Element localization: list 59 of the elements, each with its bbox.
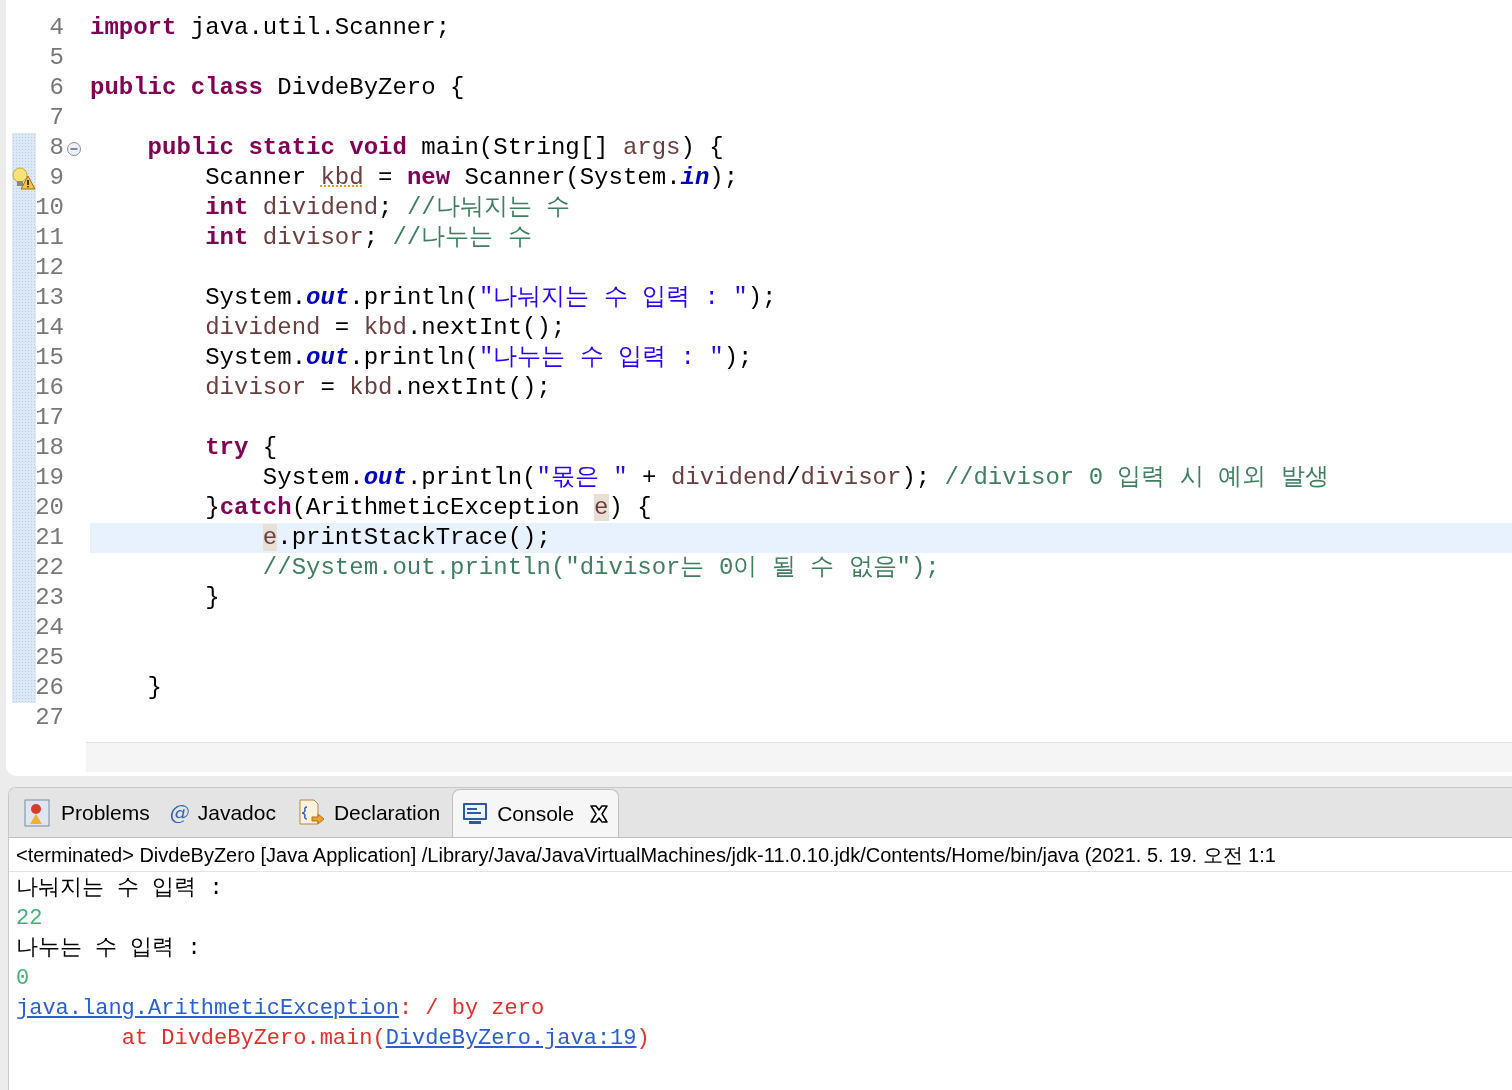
- console-text: 0: [16, 964, 30, 993]
- console-text: 나눠지는 수 입력 :: [16, 874, 224, 903]
- line-number: 11: [35, 223, 64, 253]
- code-line: System.out.println("나누는 수 입력 : ");: [204, 344, 753, 371]
- line-number: 10: [35, 193, 64, 223]
- line-number: 7: [49, 103, 64, 133]
- code-line: e.printStackTrace();: [261, 524, 551, 551]
- code-line: Scanner kbd = new Scanner(System.in);: [204, 164, 739, 191]
- code-line: }: [146, 674, 162, 701]
- code-line: int divisor; //나누는 수: [204, 224, 532, 251]
- close-icon[interactable]: [588, 802, 611, 825]
- line-number: 12: [35, 253, 64, 283]
- line-number: 15: [35, 343, 64, 373]
- code-line: public class DivdeByZero {: [90, 74, 465, 101]
- console-text: : / by zero: [398, 994, 545, 1023]
- code-line: System.out.println("몫은 " + dividend/divisor); //divisor 0 입력 시 예외 발생: [261, 464, 1329, 491]
- console-text: 22: [16, 904, 43, 933]
- code-line: }: [204, 584, 220, 611]
- line-number: 16: [35, 373, 64, 403]
- line-number: 22: [35, 553, 64, 583]
- code-line: System.out.println("나눠지는 수 입력 : ");: [204, 284, 777, 311]
- line-number: 14: [35, 313, 64, 343]
- view-tab[interactable]: Declaration: [287, 789, 449, 837]
- console-text: ): [636, 1024, 650, 1053]
- line-number: 24: [35, 613, 64, 643]
- console-header: <terminated> DivdeByZero [Java Application] /Library/Java/JavaVirtualMachines/jdk-11.0.10.jdk/Contents/Home/bin/java (2021. 5. 19. 오전 1:1: [16, 842, 1276, 868]
- line-number: 9: [49, 163, 64, 193]
- at-sign-icon: @: [169, 798, 190, 828]
- line-number: 20: [35, 493, 64, 523]
- view-tab[interactable]: Problems: [15, 789, 158, 837]
- line-number: 26: [35, 673, 64, 703]
- code-editor[interactable]: [6, 0, 1512, 776]
- line-number: 18: [35, 433, 64, 463]
- problems-icon: [23, 798, 53, 828]
- console-text: 나누는 수 입력 :: [16, 934, 202, 963]
- line-number: 23: [35, 583, 64, 613]
- line-number: 13: [35, 283, 64, 313]
- code-line: }catch(ArithmeticException e) {: [204, 494, 652, 521]
- line-number: 4: [49, 13, 64, 43]
- code-line: //System.out.println("divisor는 0이 될 수 없음");: [261, 554, 940, 581]
- code-line: public static void main(String[] args) {: [146, 134, 724, 161]
- code-line: dividend = kbd.nextInt();: [204, 314, 566, 341]
- horizontal-scrollbar[interactable]: [86, 742, 1512, 772]
- line-number: 19: [35, 463, 64, 493]
- line-number: 6: [49, 73, 64, 103]
- code-line: int dividend; //나눠지는 수: [204, 194, 571, 221]
- code-line: try {: [204, 434, 278, 461]
- code-line: divisor = kbd.nextInt();: [204, 374, 551, 401]
- line-number: 5: [49, 43, 64, 73]
- console-text: at DivdeByZero.main(: [120, 1024, 386, 1053]
- code-line: import java.util.Scanner;: [90, 14, 451, 41]
- line-number: 21: [35, 523, 64, 553]
- collapse-icon[interactable]: [66, 141, 82, 157]
- view-tab[interactable]: @ Javadoc: [161, 789, 284, 837]
- line-number: 8: [49, 133, 64, 163]
- line-number: 17: [35, 403, 64, 433]
- line-number: 27: [35, 703, 64, 733]
- line-number: 25: [35, 643, 64, 673]
- view-tab[interactable]: Console: [452, 789, 620, 837]
